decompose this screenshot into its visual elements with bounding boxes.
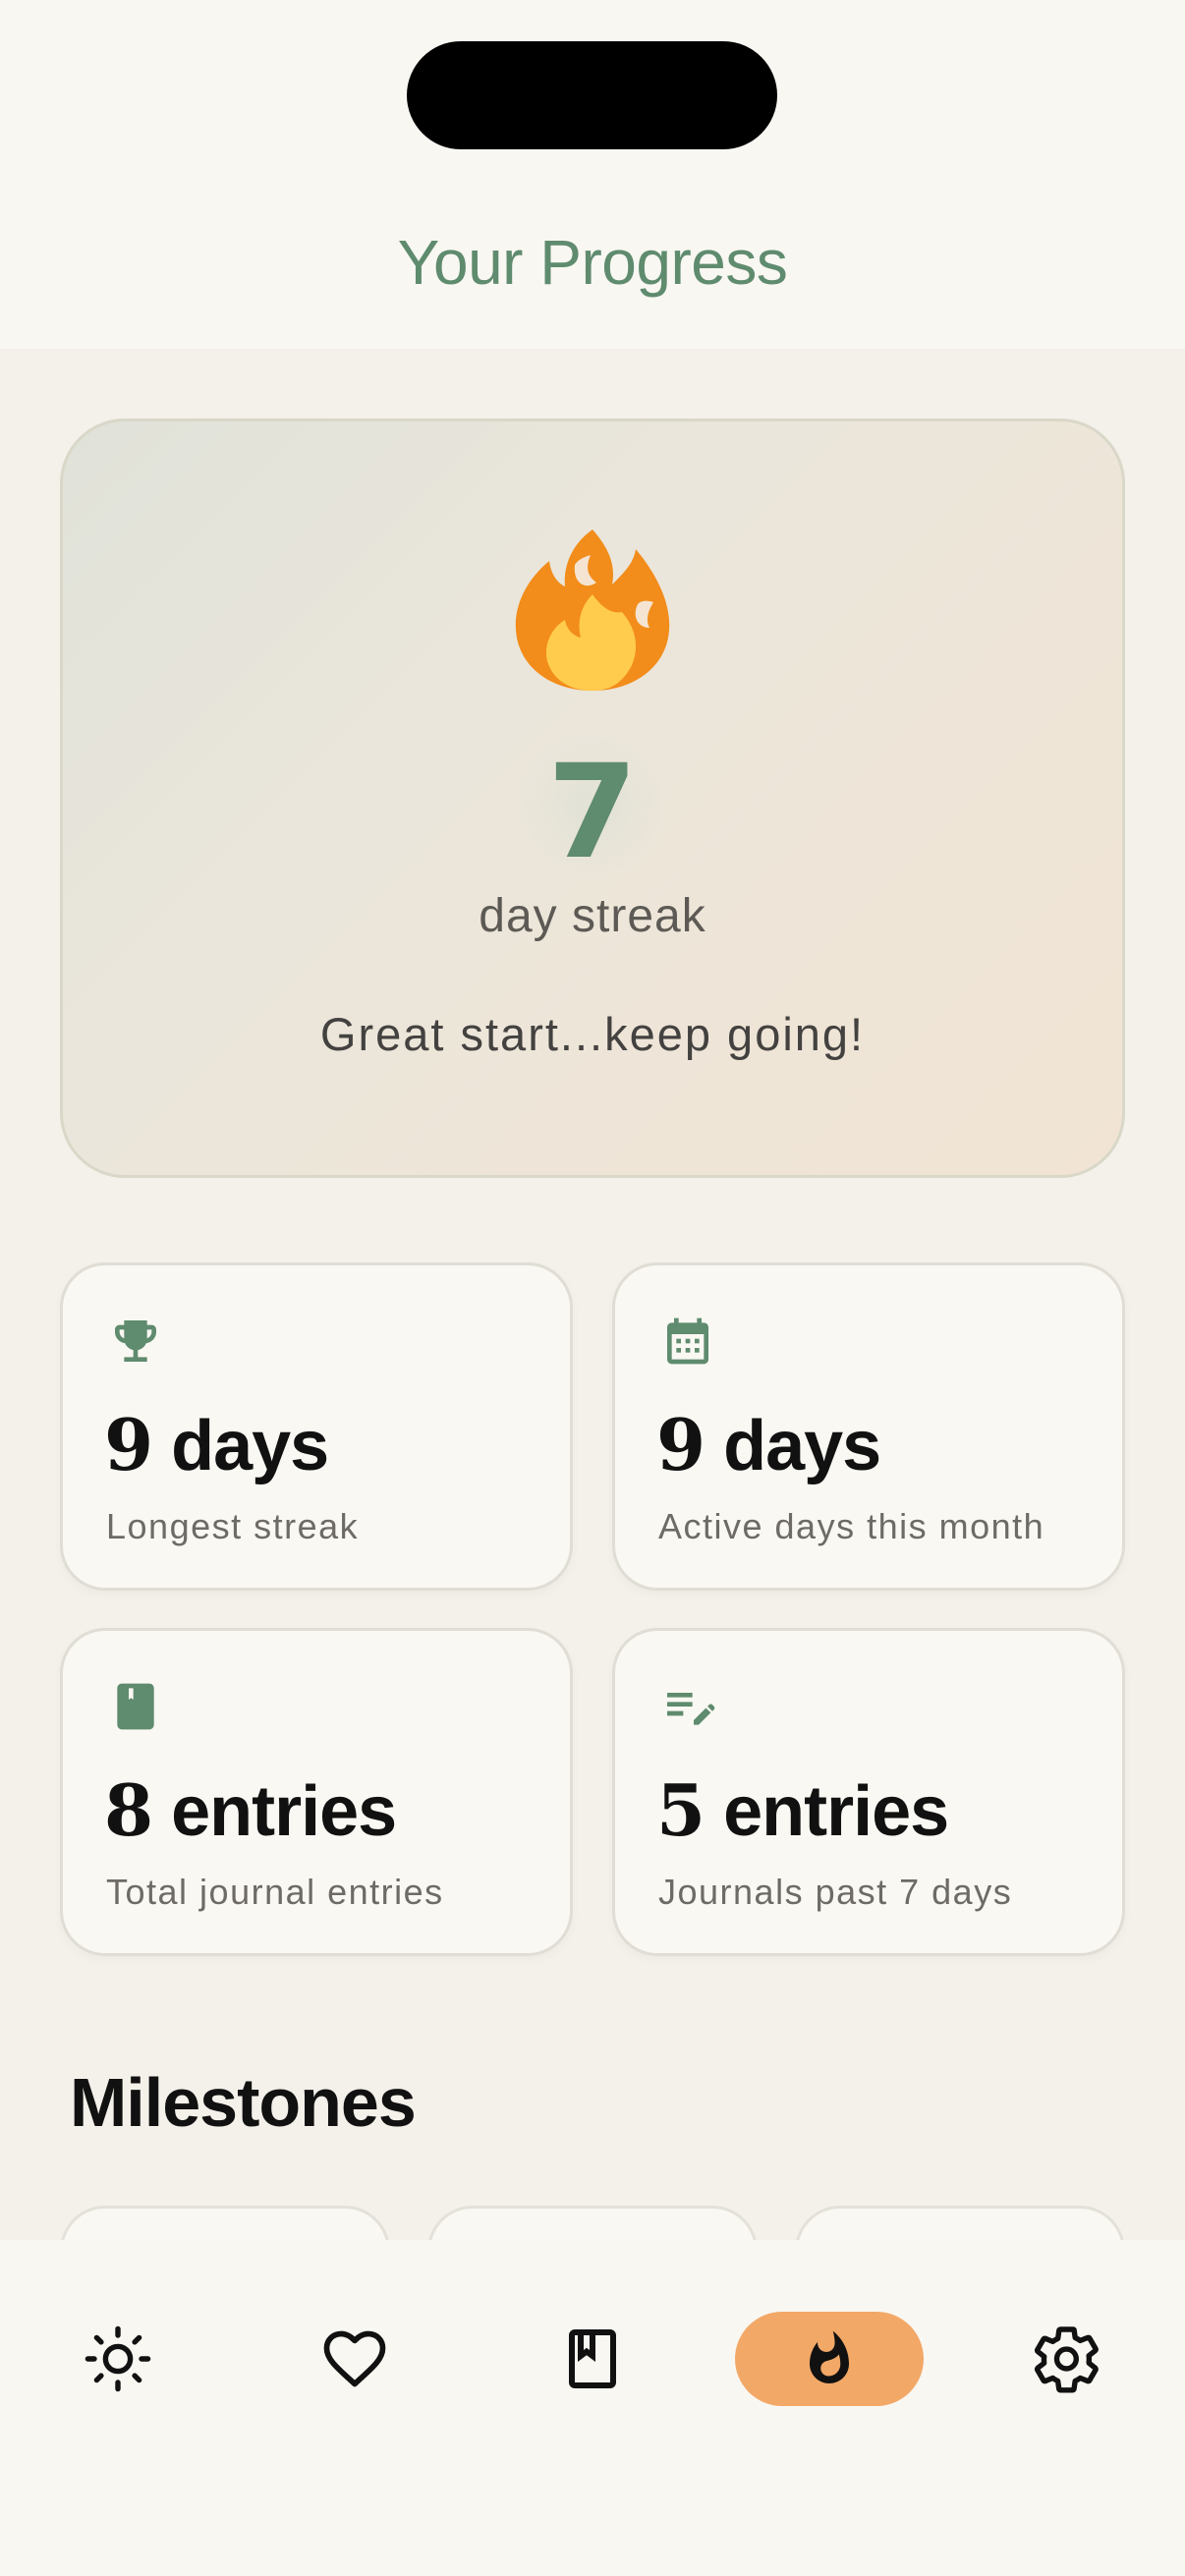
journal-icon [117, 1683, 154, 1730]
stat-value: 9 days [656, 1403, 881, 1486]
stat-value: 9 days [104, 1403, 329, 1486]
bottom-nav [0, 2240, 1185, 2576]
sun-icon [85, 2325, 151, 2392]
milestones-title: Milestones [70, 2064, 417, 2141]
stat-label: Total journal entries [106, 1872, 444, 1912]
page-title: Your Progress [397, 227, 788, 298]
nav-item-today[interactable] [59, 2312, 177, 2406]
stat-value: 5 entries [656, 1768, 949, 1852]
streak-count: 7 [547, 737, 638, 888]
nav-item-settings[interactable] [1008, 2312, 1126, 2406]
header: Your Progress [0, 0, 1185, 349]
stat-card-recent-journals[interactable]: 5 entries Journals past 7 days [612, 1628, 1125, 1956]
streak-label: day streak [479, 890, 706, 942]
stat-card-longest-streak[interactable]: 9 days Longest streak [60, 1262, 573, 1591]
nav-item-progress[interactable] [735, 2312, 924, 2406]
stat-label: Longest streak [106, 1506, 360, 1546]
stat-label: Journals past 7 days [658, 1872, 1013, 1912]
fire-icon [515, 530, 670, 691]
stat-value: 8 entries [104, 1768, 397, 1852]
nav-item-journal[interactable] [534, 2312, 651, 2406]
flame-icon [810, 2330, 849, 2383]
stat-card-total-entries[interactable]: 8 entries Total journal entries [60, 1628, 573, 1956]
edit-notes-icon [667, 1693, 715, 1725]
gear-icon [1034, 2326, 1099, 2393]
book-icon [569, 2329, 616, 2388]
streak-message: Great start...keep going! [319, 1008, 866, 1060]
stat-label: Active days this month [658, 1506, 1045, 1546]
stat-card-active-days[interactable]: 9 days Active days this month [612, 1262, 1125, 1591]
nav-item-favorites[interactable] [296, 2312, 414, 2406]
dynamic-island [407, 41, 777, 149]
trophy-icon [115, 1320, 156, 1362]
heart-icon [323, 2330, 386, 2387]
calendar-icon [667, 1317, 708, 1365]
